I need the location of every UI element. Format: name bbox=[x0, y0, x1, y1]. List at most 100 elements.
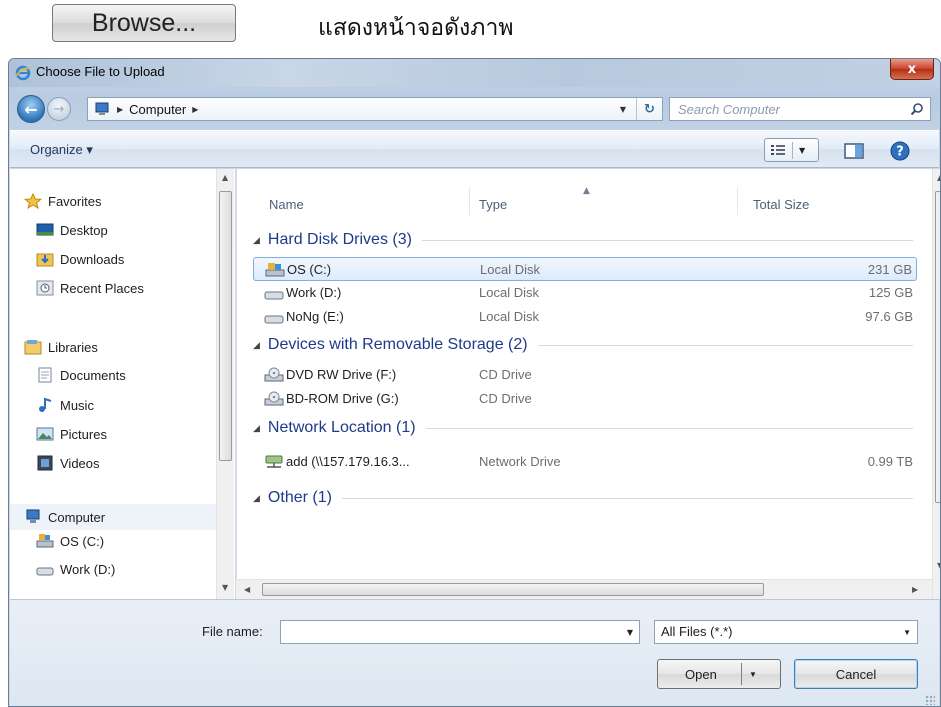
column-divider[interactable] bbox=[737, 187, 738, 215]
file-name-input[interactable]: ▼ bbox=[280, 620, 640, 644]
command-bar: Organize ▾ ▼ ? bbox=[10, 130, 939, 168]
views-dropdown-icon[interactable]: ▼ bbox=[799, 146, 805, 155]
address-bar[interactable]: ▶ Computer ▶ ▼ ↻ bbox=[87, 97, 663, 121]
column-type[interactable]: Type bbox=[479, 197, 507, 212]
file-row[interactable]: add (\\157.179.16.3... Network Drive 0.9… bbox=[253, 450, 917, 474]
organize-menu[interactable]: Organize ▾ bbox=[30, 142, 93, 158]
file-list-hscroll-thumb[interactable] bbox=[262, 583, 764, 596]
computer-icon bbox=[95, 102, 109, 115]
scroll-down-icon[interactable]: ▼ bbox=[937, 561, 940, 570]
sort-ascending-icon: ▲ bbox=[583, 186, 590, 196]
browse-button[interactable]: Browse... bbox=[52, 4, 236, 42]
nav-label: Documents bbox=[60, 367, 126, 383]
drive-icon bbox=[264, 315, 284, 324]
collapse-triangle-icon[interactable]: ◢ bbox=[253, 423, 260, 434]
group-header-other[interactable]: ◢ Other (1) bbox=[253, 489, 913, 507]
file-list-scroll-thumb[interactable] bbox=[935, 191, 940, 503]
collapse-triangle-icon[interactable]: ◢ bbox=[253, 340, 260, 351]
search-box[interactable]: Search Computer bbox=[669, 97, 931, 121]
cancel-button[interactable]: Cancel bbox=[794, 659, 918, 689]
preview-pane-icon[interactable] bbox=[844, 143, 864, 159]
scroll-right-icon[interactable]: ▶ bbox=[912, 585, 918, 594]
forward-button[interactable]: → bbox=[47, 97, 71, 121]
nav-label: Recent Places bbox=[60, 280, 144, 296]
scroll-up-icon[interactable]: ▲ bbox=[222, 173, 228, 182]
nav-libraries[interactable]: Libraries bbox=[24, 339, 98, 355]
computer-icon bbox=[26, 509, 40, 523]
file-row[interactable]: BD-ROM Drive (G:) CD Drive bbox=[253, 387, 917, 411]
nav-recent-places[interactable]: Recent Places bbox=[36, 280, 144, 296]
scroll-up-icon[interactable]: ▲ bbox=[937, 173, 940, 182]
dvd-drive-icon bbox=[264, 367, 284, 382]
file-row[interactable]: Work (D:) Local Disk 125 GB bbox=[253, 281, 917, 305]
filter-dropdown-icon[interactable]: ▼ bbox=[903, 628, 911, 637]
column-name[interactable]: Name bbox=[269, 197, 304, 212]
file-list: ▲ Name Type Total Size ◢ Hard Disk Drive… bbox=[236, 169, 940, 599]
column-divider[interactable] bbox=[469, 187, 470, 215]
breadcrumb-chevron-icon[interactable]: ▶ bbox=[192, 105, 198, 114]
close-button[interactable]: x bbox=[890, 59, 934, 80]
documents-icon bbox=[38, 367, 52, 383]
row-type: Network Drive bbox=[479, 454, 561, 469]
group-divider bbox=[341, 497, 913, 499]
scroll-down-icon[interactable]: ▼ bbox=[222, 583, 228, 592]
group-divider bbox=[425, 427, 913, 429]
collapse-triangle-icon[interactable]: ◢ bbox=[253, 235, 260, 246]
music-icon bbox=[39, 397, 52, 412]
group-header-network[interactable]: ◢ Network Location (1) bbox=[253, 419, 913, 437]
file-row[interactable]: DVD RW Drive (F:) CD Drive bbox=[253, 363, 917, 387]
row-size: 125 GB bbox=[868, 285, 913, 300]
group-label: Other (1) bbox=[267, 489, 332, 506]
nav-scroll-thumb[interactable] bbox=[219, 191, 232, 461]
scroll-left-icon[interactable]: ◀ bbox=[244, 585, 250, 594]
nav-label: Favorites bbox=[48, 193, 102, 209]
nav-desktop[interactable]: Desktop bbox=[36, 222, 108, 238]
nav-work-drive[interactable]: Work (D:) bbox=[36, 561, 115, 577]
breadcrumb-chevron-icon[interactable]: ▶ bbox=[117, 105, 123, 114]
group-header-removable[interactable]: ◢ Devices with Removable Storage (2) bbox=[253, 336, 913, 354]
row-name: NoNg (E:) bbox=[286, 309, 344, 324]
file-list-scrollbar[interactable]: ▲ ▼ bbox=[932, 169, 940, 599]
resize-grip-icon[interactable] bbox=[925, 695, 935, 705]
views-button[interactable]: ▼ bbox=[764, 138, 819, 162]
row-type: CD Drive bbox=[479, 367, 532, 382]
open-button[interactable]: Open ▼ bbox=[657, 659, 781, 689]
videos-icon bbox=[37, 455, 53, 471]
row-size: 97.6 GB bbox=[865, 309, 913, 324]
drive-icon bbox=[264, 291, 284, 300]
open-dropdown-icon[interactable]: ▼ bbox=[749, 670, 757, 679]
breadcrumb-computer[interactable]: Computer bbox=[129, 102, 186, 117]
group-label: Devices with Removable Storage (2) bbox=[267, 336, 528, 353]
row-name: add (\\157.179.16.3... bbox=[286, 454, 410, 469]
libraries-icon bbox=[24, 340, 42, 355]
search-icon[interactable] bbox=[910, 102, 924, 116]
collapse-triangle-icon[interactable]: ◢ bbox=[253, 493, 260, 504]
file-type-filter[interactable]: All Files (*.*) ▼ bbox=[654, 620, 918, 644]
column-total-size[interactable]: Total Size bbox=[753, 197, 809, 212]
nav-downloads[interactable]: Downloads bbox=[36, 251, 124, 267]
nav-favorites[interactable]: Favorites bbox=[24, 193, 101, 209]
svg-text:?: ? bbox=[896, 145, 904, 160]
nav-os-drive[interactable]: OS (C:) bbox=[36, 533, 104, 549]
file-list-hscrollbar[interactable]: ◀ ▶ bbox=[236, 579, 932, 599]
views-divider bbox=[792, 142, 793, 159]
row-type: Local Disk bbox=[479, 285, 539, 300]
address-dropdown-icon[interactable]: ▼ bbox=[620, 105, 626, 114]
nav-documents[interactable]: Documents bbox=[36, 367, 126, 383]
row-name: OS (C:) bbox=[287, 262, 332, 277]
group-label: Hard Disk Drives (3) bbox=[267, 231, 412, 248]
nav-scrollbar[interactable]: ▲ ▼ bbox=[216, 169, 234, 599]
nav-videos[interactable]: Videos bbox=[36, 455, 100, 471]
file-name-dropdown-icon[interactable]: ▼ bbox=[627, 628, 633, 637]
file-row[interactable]: OS (C:) Local Disk 231 GB bbox=[253, 257, 917, 281]
nav-pictures[interactable]: Pictures bbox=[36, 426, 107, 442]
nav-music[interactable]: Music bbox=[36, 397, 94, 413]
help-icon[interactable]: ? bbox=[890, 141, 910, 161]
file-name-label: File name: bbox=[202, 624, 263, 639]
refresh-button[interactable]: ↻ bbox=[636, 98, 662, 120]
group-header-hdd[interactable]: ◢ Hard Disk Drives (3) bbox=[253, 231, 913, 249]
nav-computer[interactable]: Computer bbox=[10, 504, 216, 530]
close-icon: x bbox=[907, 61, 917, 77]
back-button[interactable]: ← bbox=[17, 95, 45, 123]
file-row[interactable]: NoNg (E:) Local Disk 97.6 GB bbox=[253, 305, 917, 329]
